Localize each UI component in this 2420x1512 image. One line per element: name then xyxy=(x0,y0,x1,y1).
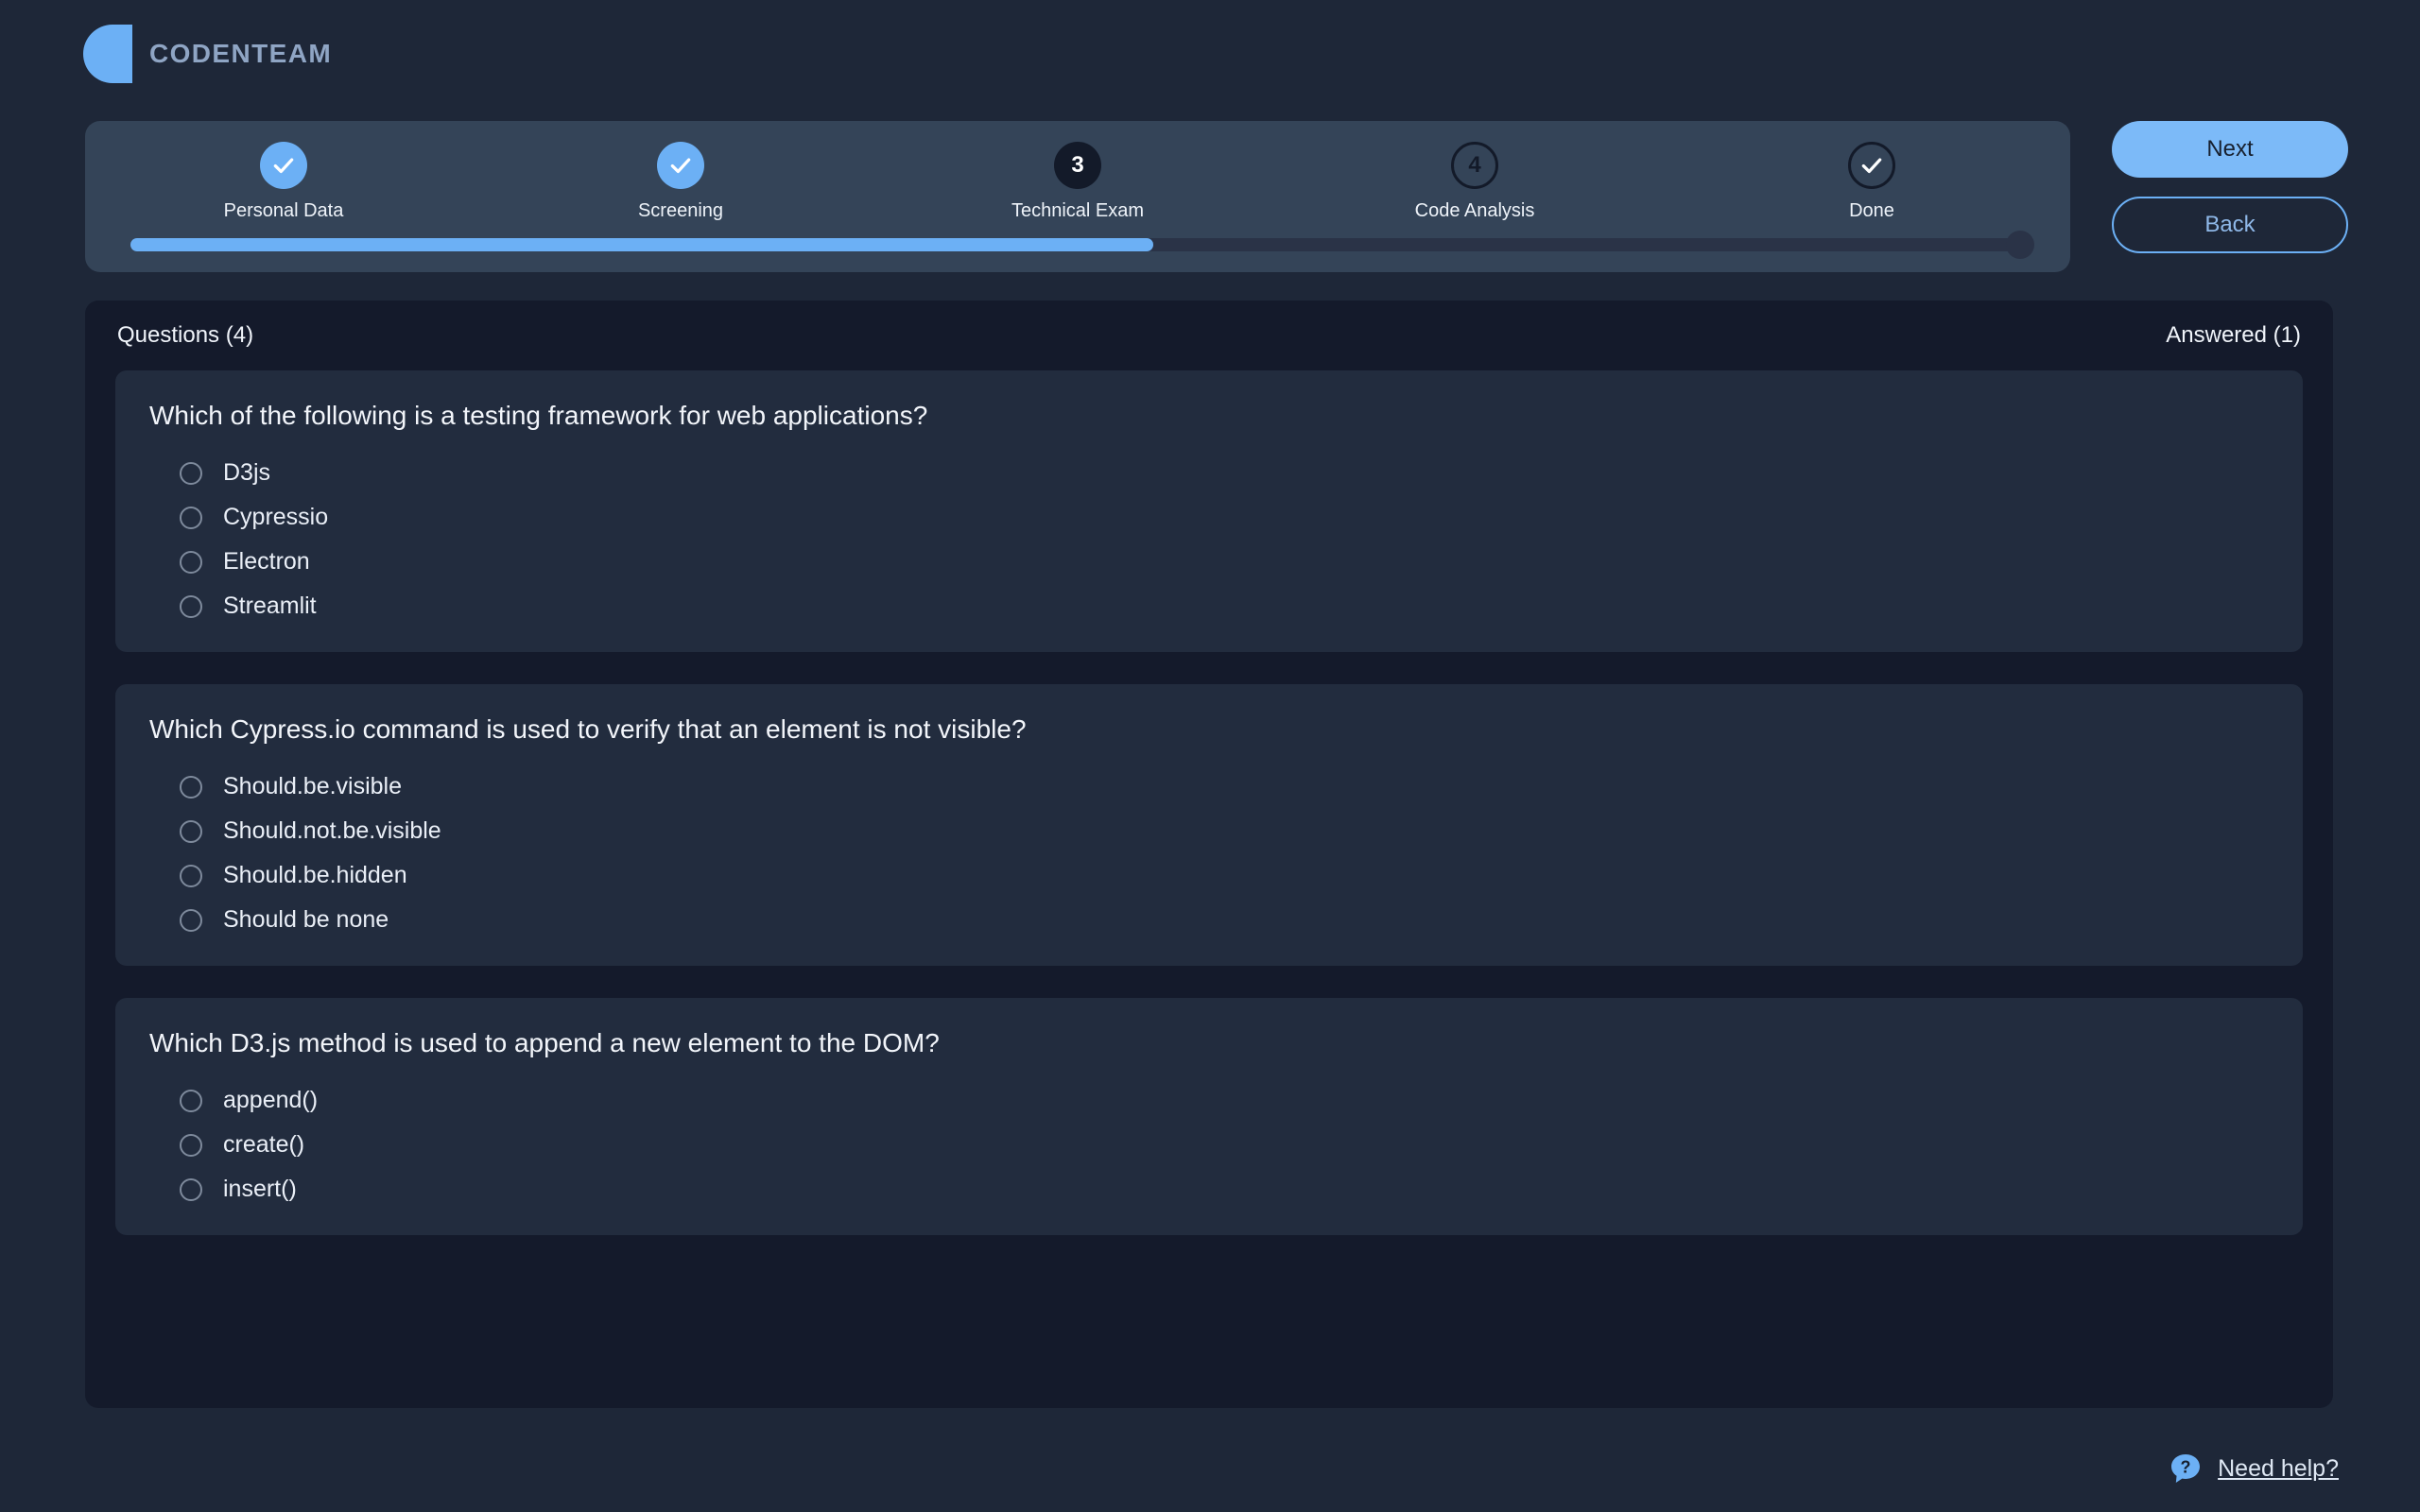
check-icon xyxy=(273,158,294,174)
questions-header: Questions (4) Answered (1) xyxy=(85,301,2333,370)
option-item[interactable]: Electron xyxy=(180,548,2269,576)
option-label: Electron xyxy=(223,548,310,575)
option-label: Streamlit xyxy=(223,593,317,619)
option-item[interactable]: append() xyxy=(180,1087,2269,1114)
option-list: D3js Cypressio Electron Streamlit xyxy=(149,459,2269,620)
stepper-step-done[interactable]: Done xyxy=(1673,142,2070,222)
radio-icon[interactable] xyxy=(180,908,202,932)
radio-icon[interactable] xyxy=(180,1133,202,1157)
option-item[interactable]: create() xyxy=(180,1131,2269,1159)
step-marker-5 xyxy=(1848,142,1895,189)
step-marker-4: 4 xyxy=(1451,142,1498,189)
radio-icon[interactable] xyxy=(180,1089,202,1112)
option-label: insert() xyxy=(223,1176,297,1202)
radio-icon[interactable] xyxy=(180,461,202,485)
radio-icon[interactable] xyxy=(180,594,202,618)
need-help-link[interactable]: ? Need help? xyxy=(2169,1452,2339,1486)
brand-name: CODENTEAM xyxy=(149,39,333,68)
back-button[interactable]: Back xyxy=(2112,197,2348,253)
question-card: Which of the following is a testing fram… xyxy=(115,370,2303,652)
step-label-1: Personal Data xyxy=(223,200,344,221)
questions-panel: Questions (4) Answered (1) Which of the … xyxy=(85,301,2333,1408)
stepper-step-code-analysis[interactable]: 4 Code Analysis xyxy=(1276,142,1673,222)
question-title: Which of the following is a testing fram… xyxy=(149,401,928,430)
step-label-2: Screening xyxy=(637,200,724,221)
stepper-panel: Personal Data Screening 3 Technical Exam… xyxy=(85,121,2070,272)
question-card-list: Which of the following is a testing fram… xyxy=(85,370,2333,1235)
option-item[interactable]: Cypressio xyxy=(180,504,2269,531)
option-item[interactable]: Should.not.be.visible xyxy=(180,817,2269,845)
option-list: append() create() insert() xyxy=(149,1087,2269,1203)
step-label-5: Done xyxy=(1849,200,1894,221)
question-bubble-icon: ? xyxy=(2171,1454,2201,1483)
question-title: Which Cypress.io command is used to veri… xyxy=(149,714,1027,744)
exam-page: CODENTEAM Personal Data Screening 3 Tech… xyxy=(0,0,2420,1512)
check-icon xyxy=(670,158,691,174)
check-icon xyxy=(1861,158,1882,174)
option-label: Should.be.visible xyxy=(223,773,403,799)
step-marker-2 xyxy=(657,142,704,189)
option-label: Should.be.hidden xyxy=(223,862,407,888)
half-circle-logo-icon xyxy=(83,25,132,83)
option-label: append() xyxy=(223,1087,319,1113)
questions-count: Questions (4) xyxy=(117,322,254,348)
progress-bar-track[interactable] xyxy=(130,231,2034,259)
radio-icon[interactable] xyxy=(180,1177,202,1201)
step-label-3: Technical Exam xyxy=(1011,200,1145,221)
option-item[interactable]: Streamlit xyxy=(180,593,2269,620)
svg-text:?: ? xyxy=(2181,1458,2191,1477)
option-item[interactable]: Should.be.visible xyxy=(180,773,2269,800)
option-label: Cypressio xyxy=(223,504,329,530)
question-card: Which D3.js method is used to append a n… xyxy=(115,998,2303,1235)
next-button[interactable]: Next xyxy=(2112,121,2348,178)
option-list: Should.be.visible Should.not.be.visible … xyxy=(149,773,2269,934)
brand-logo: CODENTEAM xyxy=(83,25,332,83)
option-item[interactable]: D3js xyxy=(180,459,2269,487)
radio-icon[interactable] xyxy=(180,506,202,529)
radio-icon[interactable] xyxy=(180,550,202,574)
question-title: Which D3.js method is used to append a n… xyxy=(149,1028,940,1057)
stepper-step-technical-exam[interactable]: 3 Technical Exam xyxy=(879,142,1276,222)
option-item[interactable]: Should.be.hidden xyxy=(180,862,2269,889)
radio-icon[interactable] xyxy=(180,819,202,843)
option-label: create() xyxy=(223,1131,305,1158)
progress-bar-thumb[interactable] xyxy=(2006,231,2034,259)
step-marker-3: 3 xyxy=(1054,142,1101,189)
option-label: Should.not.be.visible xyxy=(223,817,441,844)
stepper-step-personal-data[interactable]: Personal Data xyxy=(85,142,482,222)
navigation-buttons: Next Back xyxy=(2112,121,2348,253)
answered-count: Answered (1) xyxy=(2166,322,2301,348)
option-item[interactable]: insert() xyxy=(180,1176,2269,1203)
step-marker-1 xyxy=(260,142,307,189)
option-item[interactable]: Should be none xyxy=(180,906,2269,934)
option-label: D3js xyxy=(223,459,271,486)
radio-icon[interactable] xyxy=(180,864,202,887)
step-label-4: Code Analysis xyxy=(1414,200,1535,221)
stepper-step-screening[interactable]: Screening xyxy=(482,142,879,222)
need-help-label: Need help? xyxy=(2218,1454,2339,1482)
radio-icon[interactable] xyxy=(180,775,202,799)
question-card: Which Cypress.io command is used to veri… xyxy=(115,684,2303,966)
stepper-steps: Personal Data Screening 3 Technical Exam… xyxy=(85,142,2070,222)
progress-bar-fill xyxy=(130,238,1154,251)
option-label: Should be none xyxy=(223,906,389,933)
